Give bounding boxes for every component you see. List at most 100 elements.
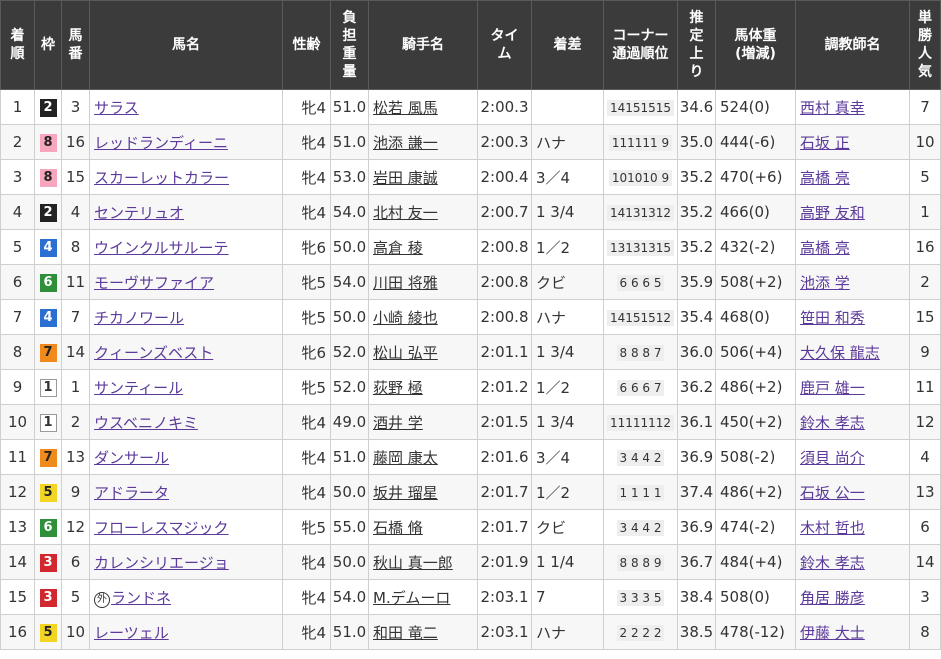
header-sexage-label: 性齢 bbox=[292, 37, 321, 53]
trainer-link[interactable]: 鈴木 孝志 bbox=[800, 414, 865, 432]
trainer-link[interactable]: 大久保 龍志 bbox=[800, 344, 880, 362]
waku-badge: 2 bbox=[39, 204, 57, 222]
corner-cell: 1 1 1 1 bbox=[603, 474, 678, 510]
header-jockey: 騎手名 bbox=[368, 0, 478, 90]
trainer-cell: 木村 哲也 bbox=[795, 509, 910, 545]
trainer-cell: 須貝 尚介 bbox=[795, 439, 910, 475]
table-row: 3 8 15 スカーレットカラー 牝4 53.0 岩田 康誠 2:00.4 3／4 101010 … bbox=[0, 159, 941, 195]
margin-cell: クビ bbox=[531, 509, 604, 545]
popularity-cell: 9 bbox=[909, 334, 941, 370]
jockey-link[interactable]: 岩田 康誠 bbox=[373, 169, 438, 187]
weight-carried-cell: 51.0 bbox=[330, 439, 369, 475]
time-cell: 2:03.1 bbox=[477, 579, 532, 615]
popularity-cell: 8 bbox=[909, 614, 941, 650]
trainer-link[interactable]: 高橋 亮 bbox=[800, 239, 850, 257]
corner-positions: 11111112 bbox=[606, 415, 675, 431]
jockey-link[interactable]: 北村 友一 bbox=[373, 204, 438, 222]
jockey-link[interactable]: 高倉 稜 bbox=[373, 239, 423, 257]
horse-name-link[interactable]: サンティール bbox=[94, 379, 183, 397]
horse-name-link[interactable]: モーヴサファイア bbox=[94, 274, 214, 292]
horse-name-link[interactable]: センテリュオ bbox=[94, 204, 184, 222]
horse-name-link[interactable]: フローレスマジック bbox=[94, 519, 229, 537]
horse-number-cell: 12 bbox=[61, 509, 90, 545]
rank-cell: 3 bbox=[0, 159, 35, 195]
jockey-link[interactable]: 石橋 脩 bbox=[373, 519, 423, 537]
jockey-link[interactable]: 池添 謙一 bbox=[373, 134, 438, 152]
jockey-link[interactable]: 秋山 真一郎 bbox=[373, 554, 453, 572]
margin-cell bbox=[531, 89, 604, 125]
time-cell: 2:00.7 bbox=[477, 194, 532, 230]
sex-age-cell: 牝6 bbox=[282, 229, 331, 265]
trainer-link[interactable]: 高橋 亮 bbox=[800, 169, 850, 187]
waku-cell: 3 bbox=[34, 579, 62, 615]
trainer-link[interactable]: 池添 学 bbox=[800, 274, 850, 292]
rank-cell: 16 bbox=[0, 614, 35, 650]
waku-cell: 1 bbox=[34, 369, 62, 405]
horse-name-link[interactable]: レーツェル bbox=[94, 624, 169, 642]
trainer-link[interactable]: 伊藤 大士 bbox=[800, 624, 865, 642]
time-cell: 2:00.8 bbox=[477, 264, 532, 300]
table-row: 16 5 10 レーツェル 牝4 51.0 和田 竜二 2:03.1 ハナ 2 2 2 2 38.5… bbox=[0, 614, 941, 650]
body-weight-cell: 486(+2) bbox=[715, 474, 796, 510]
jockey-link[interactable]: M.デムーロ bbox=[373, 589, 450, 607]
rank-cell: 10 bbox=[0, 404, 35, 440]
table-row: 14 3 6 カレンシリエージョ 牝4 50.0 秋山 真一郎 2:01.9 1 1/4 8 8 … bbox=[0, 544, 941, 580]
trainer-link[interactable]: 須貝 尚介 bbox=[800, 449, 865, 467]
jockey-link[interactable]: 坂井 瑠星 bbox=[373, 484, 438, 502]
margin-cell: 1／2 bbox=[531, 369, 604, 405]
horse-name-link[interactable]: カレンシリエージョ bbox=[94, 554, 229, 572]
trainer-link[interactable]: 鈴木 孝志 bbox=[800, 554, 865, 572]
time-cell: 2:01.7 bbox=[477, 474, 532, 510]
jockey-link[interactable]: 松若 風馬 bbox=[373, 99, 438, 117]
horse-name-link[interactable]: ウインクルサルーテ bbox=[94, 239, 229, 257]
jockey-link[interactable]: 小崎 綾也 bbox=[373, 309, 438, 327]
waku-cell: 2 bbox=[34, 194, 62, 230]
trainer-link[interactable]: 木村 哲也 bbox=[800, 519, 865, 537]
horse-name-link[interactable]: スカーレットカラー bbox=[94, 169, 229, 187]
horse-number-cell: 8 bbox=[61, 229, 90, 265]
trainer-link[interactable]: 石坂 正 bbox=[800, 134, 850, 152]
body-weight-cell: 484(+4) bbox=[715, 544, 796, 580]
table-row: 9 1 1 サンティール 牝5 52.0 荻野 極 2:01.2 1／2 6 6 6 7 36.2 4… bbox=[0, 369, 941, 405]
jockey-link[interactable]: 酒井 学 bbox=[373, 414, 423, 432]
last3f-cell: 35.2 bbox=[677, 229, 716, 265]
waku-cell: 1 bbox=[34, 404, 62, 440]
header-corner-label: コーナー通過順位 bbox=[612, 28, 669, 62]
horse-name-link[interactable]: チカノワール bbox=[94, 309, 184, 327]
jockey-link[interactable]: 川田 将雅 bbox=[373, 274, 438, 292]
trainer-link[interactable]: 笹田 和秀 bbox=[800, 309, 865, 327]
horse-name-link[interactable]: レッドランディーニ bbox=[94, 134, 228, 152]
trainer-link[interactable]: 鹿戸 雄一 bbox=[800, 379, 865, 397]
horse-name-link[interactable]: ウスベニノキミ bbox=[94, 414, 198, 432]
horse-name-cell: アドラータ bbox=[89, 474, 283, 510]
horse-name-link[interactable]: アドラータ bbox=[94, 484, 169, 502]
trainer-cell: 石坂 正 bbox=[795, 124, 910, 160]
time-cell: 2:01.2 bbox=[477, 369, 532, 405]
last3f-cell: 36.1 bbox=[677, 404, 716, 440]
trainer-link[interactable]: 高野 友和 bbox=[800, 204, 865, 222]
weight-carried-cell: 51.0 bbox=[330, 89, 369, 125]
waku-cell: 8 bbox=[34, 159, 62, 195]
popularity-cell: 3 bbox=[909, 579, 941, 615]
jockey-cell: 酒井 学 bbox=[368, 404, 478, 440]
corner-positions: 111111 9 bbox=[608, 135, 673, 151]
trainer-link[interactable]: 石坂 公一 bbox=[800, 484, 865, 502]
header-margin-label: 着差 bbox=[553, 37, 582, 53]
jockey-link[interactable]: 松山 弘平 bbox=[373, 344, 438, 362]
trainer-link[interactable]: 西村 真幸 bbox=[800, 99, 865, 117]
sex-age-cell: 牝4 bbox=[282, 404, 331, 440]
horse-name-cell: レッドランディーニ bbox=[89, 124, 283, 160]
horse-name-link[interactable]: ランドネ bbox=[111, 589, 171, 607]
trainer-link[interactable]: 角居 勝彦 bbox=[800, 589, 865, 607]
rank-cell: 14 bbox=[0, 544, 35, 580]
jockey-link[interactable]: 藤岡 康太 bbox=[373, 449, 438, 467]
popularity-cell: 12 bbox=[909, 404, 941, 440]
horse-name-link[interactable]: クィーンズベスト bbox=[94, 344, 213, 362]
trainer-cell: 角居 勝彦 bbox=[795, 579, 910, 615]
jockey-link[interactable]: 和田 竜二 bbox=[373, 624, 438, 642]
horse-name-link[interactable]: サラス bbox=[94, 99, 139, 117]
jockey-cell: 松山 弘平 bbox=[368, 334, 478, 370]
horse-name-link[interactable]: ダンサール bbox=[94, 449, 169, 467]
jockey-link[interactable]: 荻野 極 bbox=[373, 379, 423, 397]
body-weight-cell: 432(-2) bbox=[715, 229, 796, 265]
